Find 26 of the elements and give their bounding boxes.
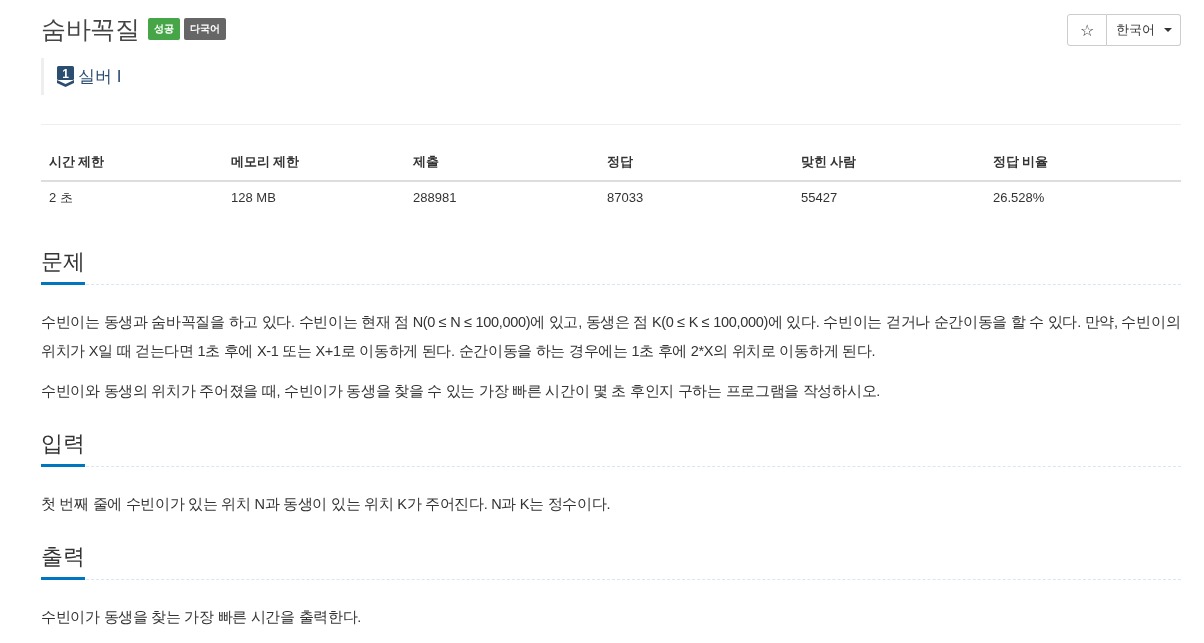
paragraph: 수빈이가 동생을 찾는 가장 빠른 시간을 출력한다. (41, 608, 363, 627)
column-header: 정답 (599, 145, 793, 182)
column-header: 제출 (405, 145, 599, 182)
table-cell-text: 26.528% (992, 189, 1046, 207)
column-header: 메모리 제한 (223, 145, 405, 182)
section-heading: 출력 (41, 541, 85, 580)
language-dropdown[interactable]: 한국어 (1107, 14, 1181, 46)
paragraph: 수빈이와 동생의 위치가 주어졌을 때, 수빈이가 동생을 찾을 수 있는 가장 빠른 시간이 몇 초 후인지 구하는 프로그램을 작성하시오. (41, 382, 881, 401)
table-cell-text: 288981 (412, 189, 458, 207)
paragraph: 첫 번째 줄에 수빈이가 있는 위치 N과 동생이 있는 위치 K가 주어진다. N과 K는 정수이다. (41, 495, 612, 514)
section-heading: 문제 (41, 246, 85, 285)
column-header: 맞힌 사람 (793, 145, 985, 182)
table-cell-text: 128 MB (230, 189, 277, 207)
tier-label[interactable]: 실버 I (78, 65, 122, 88)
section-heading: 입력 (41, 428, 85, 467)
star-button[interactable]: ☆ (1067, 14, 1107, 46)
caret-icon (1164, 28, 1172, 32)
paragraph: 수빈이는 동생과 숨바꼭질을 하고 있다. 수빈이는 현재 점 N(0 ≤ N ≤ 100,000)에 있고, 동생은 점 K(0 ≤ K ≤ 100,000)에 있다. 수빈이는 걷거나 순간이동을 할 수 있다. 만약, 수빈이의 위치가 X일 때 걷는다면 1초 후에 X-1 또는 X+1로 이동하게 된다. 순간이동을 하는 경우에는 1초 후에 2*X의 위치로 이동하게 된다. (41, 313, 1181, 361)
table-cell-text: 55427 (800, 189, 839, 207)
column-header: 시간 제한 (41, 145, 223, 182)
table-cell-text: 2 초 (48, 189, 74, 207)
status-label: 성공 (148, 18, 180, 40)
table-cell-text: 87033 (606, 189, 645, 207)
status-label: 다국어 (184, 18, 226, 40)
problem-title: 숨바꼭질 (41, 14, 139, 45)
column-header: 정답 비율 (985, 145, 1181, 182)
